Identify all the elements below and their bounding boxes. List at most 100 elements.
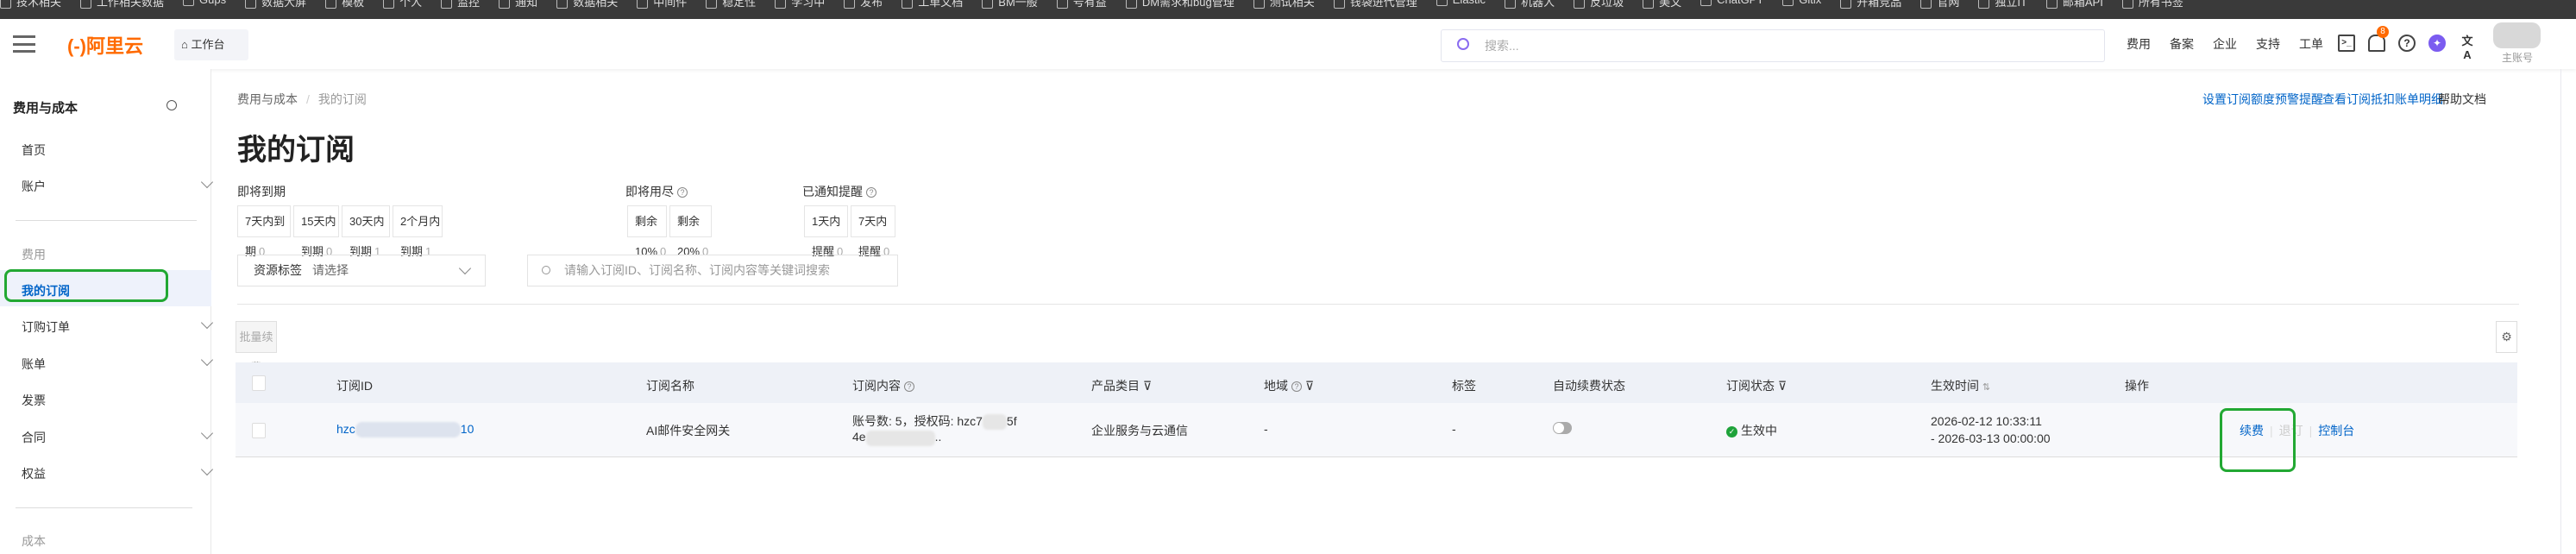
avatar[interactable] — [2493, 22, 2541, 48]
bookmark-item[interactable]: 稳定性 — [706, 0, 756, 9]
bookmark-item[interactable]: DM需求和bug管理 — [1126, 0, 1235, 9]
table-header — [236, 362, 2517, 403]
nav-ticket[interactable]: 工单 — [2299, 35, 2323, 53]
bookmark-item[interactable]: BM一般 — [982, 0, 1038, 9]
subscription-content: 账号数: 5，授权码: hzc7 5f 4e.. — [852, 412, 1017, 446]
bookmark-item[interactable]: 技术相关 — [0, 0, 61, 9]
bookmark-item[interactable]: 开箱竞品 — [1840, 0, 1901, 9]
global-search-input[interactable]: 搜索... — [1441, 29, 2105, 62]
bookmark-item[interactable]: 邮箱API — [2046, 0, 2103, 9]
bookmark-item[interactable]: 工单文档 — [902, 0, 963, 9]
divider — [16, 507, 192, 508]
filter-card-2m[interactable]: 2个月内到期 1 — [393, 205, 443, 258]
col-status: 订阅状态 ⊽ — [1726, 379, 1787, 393]
bookmark-item[interactable]: 独立IT — [1978, 0, 2027, 9]
col-subscription-id: 订阅ID — [336, 379, 373, 393]
filter-card-7d[interactable]: 7天内到期 0 — [237, 205, 291, 258]
help-icon[interactable]: ? — [866, 187, 876, 198]
sidebar-item-benefits[interactable]: 权益 — [22, 463, 214, 482]
nav-filing[interactable]: 备案 — [2170, 35, 2194, 53]
set-quota-alert-link[interactable]: 设置订阅额度预警提醒 — [2202, 91, 2323, 108]
row-checkbox[interactable] — [252, 423, 266, 438]
sidebar-item-orders[interactable]: 订购订单 — [22, 316, 214, 336]
sidebar-item-invoice[interactable]: 发票 — [22, 392, 46, 409]
group-label-expiring: 即将到期 — [237, 185, 286, 198]
bookmark-item[interactable]: 个人 — [383, 0, 422, 9]
filter-card-10pct[interactable]: 剩余10% 0 — [627, 205, 667, 258]
table-row — [236, 403, 2517, 457]
sidebar-item-account[interactable]: 账户 — [22, 175, 214, 195]
sort-icon[interactable]: ⇅ — [1982, 382, 1990, 393]
filter-card-30d[interactable]: 30天内到期 1 — [342, 205, 390, 258]
view-deduction-bill-link[interactable]: 查看订阅抵扣账单明细 — [2322, 91, 2443, 108]
col-subscription-name: 订阅名称 — [646, 379, 694, 393]
bookmark-item[interactable]: 美文 — [1643, 0, 1681, 9]
table-settings-gear-icon[interactable]: ⚙ — [2496, 321, 2517, 353]
bookmark-item[interactable]: 通知 — [499, 0, 537, 9]
menu-icon[interactable] — [13, 35, 35, 53]
bookmark-item[interactable]: 中间件 — [637, 0, 687, 9]
bookmark-item[interactable]: Elastic — [1436, 0, 1486, 6]
filter-card-15d[interactable]: 15天内到期 0 — [293, 205, 339, 258]
search-icon — [1457, 38, 1469, 50]
aliyun-logo[interactable]: (-)阿里云 — [67, 31, 143, 59]
search-icon — [542, 266, 550, 274]
filter-card-1d-notice[interactable]: 1天内提醒 0 — [804, 205, 848, 258]
resource-tag-select[interactable]: 资源标签 请选择 — [237, 255, 486, 286]
bookmark-item[interactable]: 号有益 — [1057, 0, 1107, 9]
sidebar-item-bills[interactable]: 账单 — [22, 353, 214, 373]
bookmark-item[interactable]: Gitlx — [1782, 0, 1821, 6]
bookmark-item[interactable]: 机器人 — [1505, 0, 1555, 9]
nav-support[interactable]: 支持 — [2256, 35, 2280, 53]
workbench-button[interactable]: ⌂ 工作台 — [174, 29, 248, 60]
ai-assistant-icon[interactable]: ✦ — [2428, 35, 2446, 52]
breadcrumb-fee-cost[interactable]: 费用与成本 — [237, 92, 298, 106]
bookmark-item[interactable]: 学习中 — [775, 0, 825, 9]
help-icon[interactable]: ? — [677, 187, 688, 198]
col-auto-renew: 自动续费状态 — [1553, 379, 1625, 393]
bookmark-item[interactable]: 监控 — [441, 0, 480, 9]
help-icon[interactable]: ? — [2398, 35, 2416, 52]
bookmark-item[interactable]: ChatGPT — [1700, 0, 1763, 6]
filter-card-20pct[interactable]: 剩余20% 0 — [669, 205, 712, 258]
chevron-down-icon — [200, 316, 214, 330]
help-docs-link[interactable]: 帮助文档 — [2438, 91, 2486, 108]
nav-fee[interactable]: 费用 — [2127, 35, 2151, 53]
bookmark-item[interactable]: 官网 — [1920, 0, 1959, 9]
sidebar-item-contract[interactable]: 合同 — [22, 426, 214, 446]
breadcrumb-current: 我的订阅 — [317, 92, 367, 106]
search-icon[interactable] — [166, 100, 177, 110]
filter-icon[interactable]: ⊽ — [1143, 379, 1152, 393]
bookmark-item[interactable]: 数据大屏 — [245, 0, 306, 9]
language-icon[interactable]: 文A — [2459, 35, 2476, 61]
console-link[interactable]: 控制台 — [2318, 424, 2354, 438]
divider — [16, 220, 197, 221]
bookmark-item[interactable]: 所有书签 — [2122, 0, 2183, 9]
subscription-search-input[interactable]: 请输入订阅ID、订阅名称、订阅内容等关键词搜索 — [527, 255, 898, 286]
subscription-id-link[interactable]: hzc 10 — [336, 422, 474, 438]
bookmark-item[interactable]: 测试相关 — [1253, 0, 1315, 9]
terminal-icon[interactable]: >_ — [2338, 35, 2355, 52]
bookmark-item[interactable]: 模板 — [325, 0, 364, 9]
help-icon[interactable]: ? — [904, 381, 914, 393]
bookmark-item[interactable]: 发布 — [844, 0, 883, 9]
bookmark-item[interactable]: Gups — [183, 0, 226, 6]
breadcrumb: 费用与成本 / 我的订阅 — [237, 92, 367, 106]
bookmark-item[interactable]: 反垃圾 — [1574, 0, 1624, 9]
filter-card-7d-notice[interactable]: 7天内提醒 0 — [851, 205, 895, 258]
bookmark-item[interactable]: 钱袋进代管理 — [1334, 0, 1417, 9]
check-circle-icon: ✓ — [1726, 425, 1737, 438]
sidebar-item-home[interactable]: 首页 — [22, 142, 46, 159]
redacted-blur — [982, 414, 1007, 431]
bookmark-item[interactable]: 数据相关 — [556, 0, 618, 9]
top-navbar: (-)阿里云 ⌂ 工作台 搜索... 费用 备案 企业 支持 工单 >_ 8 ?… — [0, 19, 2576, 69]
filter-icon[interactable]: ⊽ — [1305, 379, 1314, 393]
auto-renew-toggle[interactable] — [1553, 422, 1572, 434]
select-all-checkbox[interactable] — [252, 375, 266, 391]
batch-renew-button[interactable]: 批量续费 — [236, 321, 277, 374]
nav-enterprise[interactable]: 企业 — [2213, 35, 2237, 53]
product-category: 企业服务与云通信 — [1091, 424, 1188, 438]
help-icon[interactable]: ? — [1291, 381, 1302, 393]
filter-icon[interactable]: ⊽ — [1778, 379, 1787, 393]
bookmark-item[interactable]: 工作相关数据 — [80, 0, 164, 9]
